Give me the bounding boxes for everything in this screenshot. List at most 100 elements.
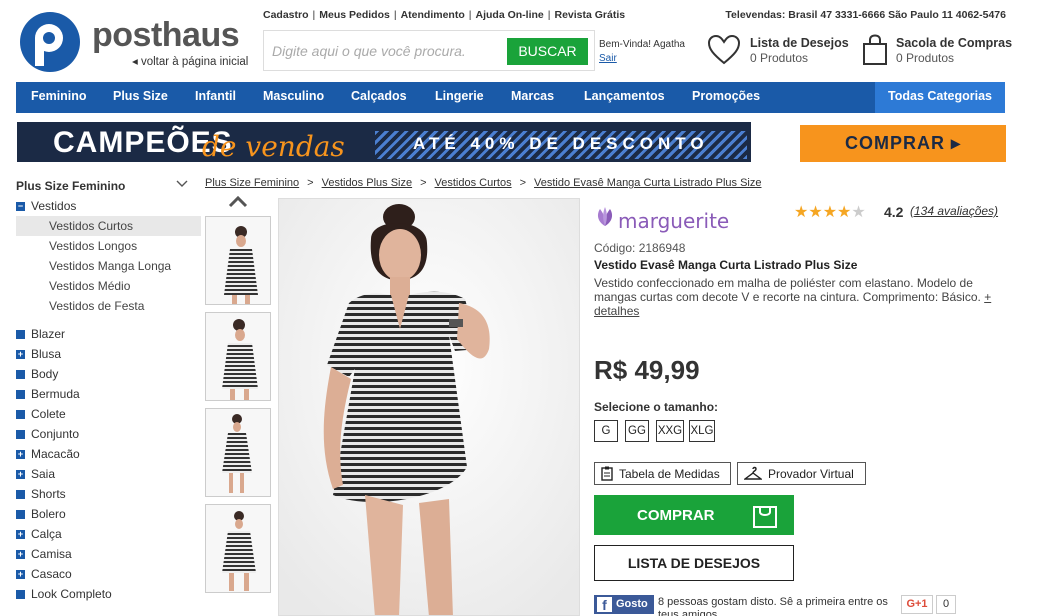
- expand-icon[interactable]: +: [16, 550, 25, 559]
- expand-icon[interactable]: +: [16, 530, 25, 539]
- sidebar-sub-label: Vestidos de Festa: [49, 299, 145, 313]
- logout-link[interactable]: Sair: [599, 52, 685, 66]
- size-option-xxg[interactable]: XXG: [656, 420, 684, 442]
- sidebar-item-label: Blusa: [31, 347, 62, 361]
- logo[interactable]: posthaus ◂ voltar à página inicial: [18, 10, 263, 72]
- main-nav: Feminino Plus Size Infantil Masculino Ca…: [16, 82, 1005, 113]
- product-title: Vestido Evasê Manga Curta Listrado Plus …: [594, 258, 858, 272]
- phone-numbers: Televendas: Brasil 47 3331-6666 São Paul…: [725, 9, 1006, 21]
- collapse-icon[interactable]: −: [16, 202, 25, 211]
- category-marker-icon: [16, 370, 25, 379]
- size-label: Selecione o tamanho:: [594, 400, 719, 414]
- breadcrumb-item[interactable]: Vestido Evasê Manga Curta Listrado Plus …: [534, 177, 761, 189]
- product-main-image[interactable]: [278, 198, 580, 616]
- description-text: Vestido confeccionado em malha de poliés…: [594, 276, 981, 304]
- search-box: BUSCAR: [263, 30, 595, 71]
- nav-promocoes[interactable]: Promoções: [692, 82, 760, 113]
- sidebar-item-label: Vestidos: [31, 199, 77, 213]
- sidebar-item-label: Camisa: [31, 547, 72, 561]
- sidebar-item-label: Shorts: [31, 487, 66, 501]
- size-chart-label: Tabela de Medidas: [619, 467, 720, 481]
- logo-mark: [20, 12, 80, 72]
- size-chart-button[interactable]: Tabela de Medidas: [594, 462, 731, 485]
- nav-lancamentos[interactable]: Lançamentos: [584, 82, 665, 113]
- nav-masculino[interactable]: Masculino: [263, 82, 324, 113]
- logo-name: posthaus: [92, 16, 240, 54]
- nav-all-categories[interactable]: Todas Categorias: [875, 82, 1005, 113]
- size-option-xlg[interactable]: XLG: [689, 420, 715, 442]
- breadcrumb: Plus Size Feminino > Vestidos Plus Size > Ve…: [205, 177, 762, 189]
- sidebar-title[interactable]: Plus Size Feminino: [16, 179, 125, 193]
- nav-feminino[interactable]: Feminino: [31, 82, 87, 113]
- size-option-gg[interactable]: GG: [625, 420, 649, 442]
- sidebar-sub-vestidos-manga-longa[interactable]: Vestidos Manga Longa: [16, 256, 201, 276]
- rating-stars[interactable]: ★★★★★ 4.2 (134 avaliações): [794, 202, 998, 222]
- size-option-g[interactable]: G: [594, 420, 618, 442]
- heart-icon: [707, 34, 741, 65]
- bag-count: 0 Produtos: [896, 51, 955, 65]
- top-link-atendimento[interactable]: Atendimento: [401, 9, 465, 21]
- product-thumbnail[interactable]: [205, 312, 271, 401]
- nav-calcados[interactable]: Calçados: [351, 82, 407, 113]
- breadcrumb-item[interactable]: Plus Size Feminino: [205, 177, 299, 189]
- search-button[interactable]: BUSCAR: [507, 38, 588, 65]
- sidebar-item-label: Calça: [31, 527, 62, 541]
- wishlist-title: Lista de Desejos: [750, 36, 849, 50]
- category-marker-icon: [16, 390, 25, 399]
- sidebar-sub-vestidos-longos[interactable]: Vestidos Longos: [16, 236, 201, 256]
- category-marker-icon: [16, 330, 25, 339]
- welcome-area: Bem-Vinda! Agatha Sair: [599, 38, 685, 66]
- chevron-down-icon[interactable]: [176, 180, 188, 188]
- nav-lingerie[interactable]: Lingerie: [435, 82, 484, 113]
- star-icon: ★: [851, 204, 866, 221]
- bag-title: Sacola de Compras: [896, 36, 1013, 50]
- top-links: Cadastro | Meus Pedidos | Atendimento | Ajuda …: [263, 9, 626, 21]
- promo-banner[interactable]: CAMPEÕES de vendas ATÉ 40% DE DESCONTO: [17, 122, 751, 162]
- virtual-fitting-label: Provador Virtual: [768, 467, 854, 481]
- expand-icon[interactable]: +: [16, 350, 25, 359]
- breadcrumb-item[interactable]: Vestidos Curtos: [435, 177, 512, 189]
- nav-plus-size[interactable]: Plus Size: [113, 82, 168, 113]
- expand-icon[interactable]: +: [16, 570, 25, 579]
- flower-icon: [597, 207, 613, 226]
- category-marker-icon: [16, 410, 25, 419]
- clipboard-icon: [601, 466, 613, 481]
- sidebar-item-label: Bermuda: [31, 387, 80, 401]
- sidebar-sub-vestidos-medio[interactable]: Vestidos Médio: [16, 276, 201, 296]
- product-thumbnail[interactable]: [205, 408, 271, 497]
- google-plus-button[interactable]: G+1: [901, 595, 933, 614]
- star-icon: ★: [808, 204, 823, 221]
- search-input[interactable]: [272, 41, 502, 61]
- category-marker-icon: [16, 510, 25, 519]
- product-thumbnail[interactable]: [205, 216, 271, 305]
- add-to-wishlist-button[interactable]: LISTA DE DESEJOS: [594, 545, 794, 581]
- sidebar-item-label: Blazer: [31, 327, 66, 341]
- sidebar-sub-vestidos-curtos[interactable]: Vestidos Curtos: [16, 216, 201, 236]
- back-home-link[interactable]: ◂ voltar à página inicial: [132, 54, 248, 68]
- expand-icon[interactable]: +: [16, 450, 25, 459]
- nav-marcas[interactable]: Marcas: [511, 82, 554, 113]
- product-thumbnail[interactable]: [205, 504, 271, 593]
- category-marker-icon: [16, 490, 25, 499]
- facebook-like-button[interactable]: f Gosto: [594, 595, 654, 614]
- facebook-like-text: 8 pessoas gostam disto. Sê a primeira en…: [658, 596, 888, 616]
- top-link-cadastro[interactable]: Cadastro: [263, 9, 309, 21]
- sidebar-item-label: Body: [31, 367, 59, 381]
- breadcrumb-item[interactable]: Vestidos Plus Size: [322, 177, 413, 189]
- star-icon: ★: [822, 204, 838, 221]
- top-link-ajuda[interactable]: Ajuda On-line: [476, 9, 544, 21]
- banner-buy-button[interactable]: COMPRAR ▸: [800, 125, 1006, 162]
- brand-name: marguerite: [618, 209, 730, 233]
- facebook-like-label: Gosto: [616, 598, 648, 610]
- virtual-fitting-button[interactable]: Provador Virtual: [737, 462, 866, 485]
- chevron-up-icon[interactable]: [228, 196, 248, 208]
- nav-infantil[interactable]: Infantil: [195, 82, 236, 113]
- top-link-revista[interactable]: Revista Grátis: [554, 9, 625, 21]
- top-link-meus-pedidos[interactable]: Meus Pedidos: [319, 9, 390, 21]
- shopping-bag-icon: [753, 506, 777, 528]
- buy-button[interactable]: COMPRAR: [594, 495, 794, 535]
- sidebar-item-label: Conjunto: [31, 427, 80, 441]
- sidebar-sub-vestidos-festa[interactable]: Vestidos de Festa: [16, 296, 201, 316]
- reviews-link[interactable]: (134 avaliações): [910, 204, 998, 218]
- expand-icon[interactable]: +: [16, 470, 25, 479]
